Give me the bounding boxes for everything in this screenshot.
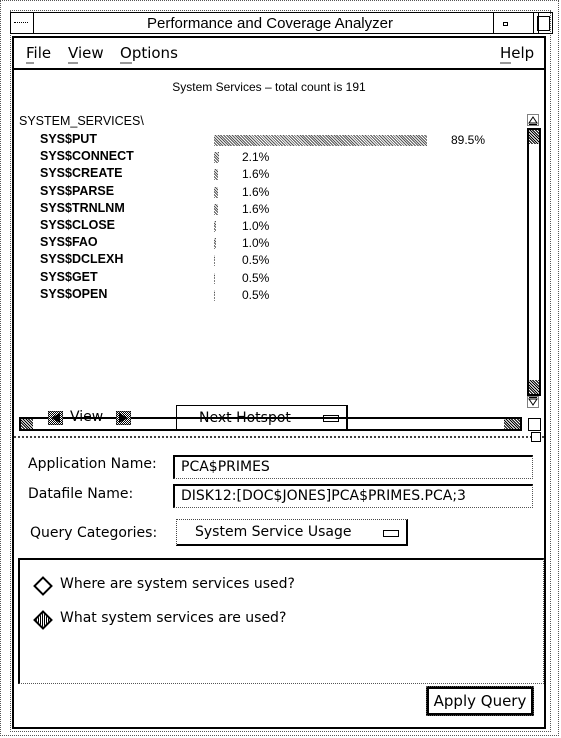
service-label[interactable]: SYS$CONNECT: [40, 149, 134, 163]
maximize-icon: [537, 16, 550, 31]
next-hotspot-label: Next Hotspot: [199, 410, 291, 426]
minimize-button[interactable]: [493, 13, 516, 33]
vertical-scroll-track[interactable]: [527, 128, 541, 396]
window-title: Performance and Coverage Analyzer: [147, 15, 393, 32]
query-categories-value: System Service Usage: [195, 524, 352, 540]
bar[interactable]: [214, 289, 215, 301]
service-label[interactable]: SYS$GET: [40, 270, 98, 284]
bar-value-label: 1.6%: [242, 184, 270, 199]
bar-value-label: 1.6%: [242, 201, 270, 216]
minimize-icon: [503, 22, 508, 26]
menu-help-rest: elp: [511, 44, 535, 62]
menu-bar: File View Options Help: [14, 38, 544, 70]
menu-options-mnemonic: O: [120, 44, 132, 64]
view-prev-button[interactable]: [48, 411, 63, 425]
bar-value-label: 1.0%: [242, 219, 270, 233]
bar[interactable]: [214, 152, 219, 164]
menu-view-rest: iew: [77, 44, 104, 62]
bar-value-label: 0.5%: [242, 253, 270, 268]
chart-area: System Services – total count is 191 SYS…: [14, 70, 544, 431]
scroll-corner-box: [528, 418, 541, 431]
scroll-up-icon[interactable]: [527, 113, 539, 126]
bar[interactable]: [214, 186, 218, 198]
scroll-thumb-top-icon[interactable]: [529, 130, 539, 144]
next-hotspot-option-menu[interactable]: Next Hotspot: [176, 405, 348, 431]
service-label[interactable]: SYS$PUT: [40, 132, 97, 146]
service-label[interactable]: SYS$DCLEXH: [40, 252, 123, 266]
service-label[interactable]: SYS$OPEN: [40, 287, 107, 301]
view-label: View: [70, 409, 104, 425]
menu-view[interactable]: View: [68, 44, 104, 64]
window-menu-icon: [14, 22, 28, 24]
menu-view-mnemonic: V: [68, 44, 78, 64]
query-options-box: Where are system services used? What sys…: [18, 558, 544, 684]
option-menu-icon: [383, 530, 399, 537]
datafile-name-label: Datafile Name:: [28, 486, 134, 502]
radio-diamond-selected-icon[interactable]: [33, 610, 53, 630]
menu-help[interactable]: Help: [500, 44, 535, 64]
window-menu-button[interactable]: [11, 13, 34, 33]
scroll-left-icon[interactable]: [21, 419, 33, 429]
scroll-thumb-bottom-icon[interactable]: [529, 380, 539, 394]
service-label[interactable]: SYS$TRNLNM: [40, 201, 125, 215]
radio-diamond-icon[interactable]: [33, 576, 53, 596]
bar[interactable]: [214, 238, 216, 250]
bar[interactable]: [214, 255, 215, 267]
menu-help-mnemonic: H: [500, 44, 512, 64]
bar[interactable]: [214, 272, 215, 284]
query-categories-label: Query Categories:: [30, 525, 158, 541]
title-bar[interactable]: Performance and Coverage Analyzer: [10, 12, 539, 34]
menu-file[interactable]: File: [26, 44, 52, 64]
bar-value-label: 2.1%: [242, 150, 270, 165]
application-name-label: Application Name:: [28, 456, 157, 472]
bar-value-label: 0.5%: [242, 270, 270, 285]
service-label[interactable]: SYS$CREATE: [40, 166, 122, 180]
pane-divider: [14, 436, 544, 438]
pane-sash-handle[interactable]: [531, 432, 541, 442]
bar-value-label: 1.6%: [242, 167, 270, 182]
service-label[interactable]: SYS$PARSE: [40, 184, 114, 198]
query-option-what-label: What system services are used?: [60, 610, 287, 626]
scroll-right-icon[interactable]: [504, 419, 520, 429]
view-next-button[interactable]: [116, 411, 131, 425]
chart-title: System Services – total count is 191: [172, 80, 366, 94]
tree-root-label: SYSTEM_SERVICES\: [19, 114, 144, 128]
option-menu-icon: [323, 415, 339, 422]
menu-options-rest: ptions: [131, 44, 178, 62]
datafile-name-field[interactable]: DISK12:[DOC$JONES]PCA$PRIMES.PCA;3: [173, 484, 533, 508]
scroll-down-icon[interactable]: [527, 395, 539, 408]
bar-value-label: 0.5%: [242, 287, 270, 302]
bar-value-label: 1.0%: [242, 236, 270, 251]
main-panel: File View Options Help System Services –…: [12, 36, 546, 729]
vertical-scrollbar[interactable]: [527, 113, 541, 408]
bar-value-label: 89.5%: [451, 133, 486, 147]
bar[interactable]: [214, 135, 427, 146]
service-label[interactable]: SYS$CLOSE: [40, 218, 115, 232]
query-option-where-label: Where are system services used?: [60, 576, 295, 592]
bar[interactable]: [214, 203, 218, 215]
menu-file-mnemonic: F: [26, 44, 34, 64]
bar[interactable]: [214, 221, 216, 232]
application-name-field[interactable]: PCA$PRIMES: [173, 455, 533, 479]
query-categories-option-menu[interactable]: System Service Usage: [176, 519, 408, 546]
menu-options[interactable]: Options: [120, 44, 178, 64]
maximize-button[interactable]: [533, 12, 553, 34]
menu-file-rest: ile: [33, 44, 52, 62]
apply-query-button[interactable]: Apply Query: [426, 686, 534, 716]
bar[interactable]: [214, 169, 218, 181]
service-label[interactable]: SYS$FAO: [40, 235, 98, 249]
